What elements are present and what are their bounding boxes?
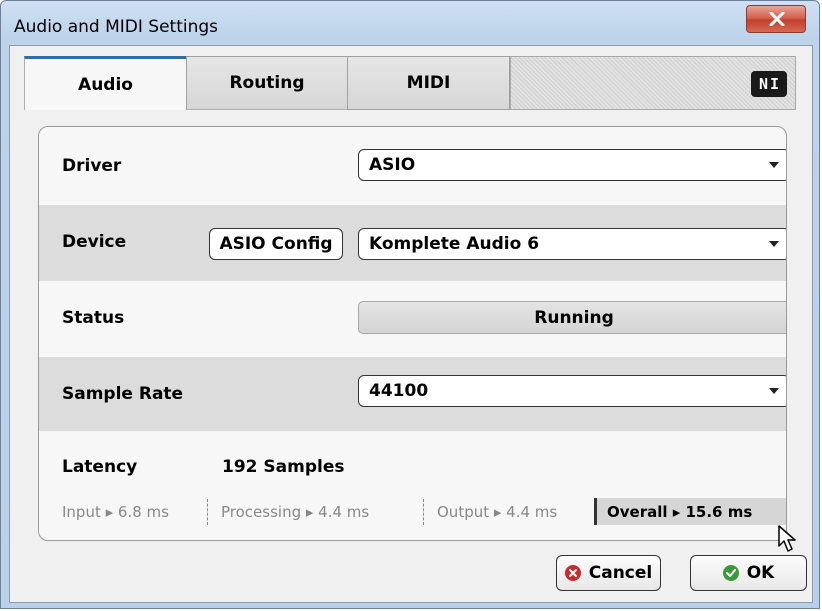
driver-value: ASIO	[369, 155, 416, 175]
tab-bar: Audio Routing MIDI NI	[24, 56, 796, 110]
sample-rate-label: Sample Rate	[62, 384, 184, 404]
window-title: Audio and MIDI Settings	[14, 17, 219, 37]
status-row: Status Running	[39, 281, 786, 357]
device-row: Device ASIO Config Komplete Audio 6	[39, 205, 786, 281]
sample-rate-dropdown[interactable]: 44100	[358, 375, 786, 407]
dialog-client-area: Audio Routing MIDI NI Driver ASIO Device	[9, 45, 813, 603]
chevron-down-icon	[769, 241, 779, 247]
latency-input: Input ▸ 6.8 ms	[62, 503, 169, 521]
tab-midi[interactable]: MIDI	[347, 56, 510, 110]
driver-label: Driver	[62, 156, 122, 176]
tab-audio[interactable]: Audio	[24, 56, 186, 110]
window-frame: Audio and MIDI Settings Audio Routing MI…	[0, 0, 820, 609]
cancel-icon	[564, 565, 581, 581]
latency-value: 192 Samples	[222, 457, 345, 477]
title-bar[interactable]: Audio and MIDI Settings	[1, 1, 819, 45]
device-value: Komplete Audio 6	[369, 234, 540, 254]
cancel-label: Cancel	[588, 563, 653, 583]
divider	[207, 499, 208, 525]
device-label: Device	[62, 232, 127, 252]
tab-bar-filler: NI	[510, 56, 796, 110]
divider	[423, 499, 424, 525]
status-label: Status	[62, 308, 125, 328]
latency-row: Latency 192 Samples Input ▸ 6.8 ms Proce…	[39, 431, 786, 540]
status-display: Running	[358, 301, 786, 334]
tab-routing[interactable]: Routing	[186, 56, 348, 110]
latency-overall: Overall ▸ 15.6 ms	[594, 498, 786, 525]
ok-button[interactable]: OK	[690, 555, 807, 591]
close-button[interactable]	[746, 5, 806, 33]
close-icon	[769, 12, 785, 26]
cancel-button[interactable]: Cancel	[556, 555, 661, 591]
audio-settings-panel: Driver ASIO Device ASIO Config Komplete …	[38, 126, 787, 541]
driver-row: Driver ASIO	[39, 127, 786, 205]
sample-rate-value: 44100	[369, 381, 429, 401]
sample-rate-row: Sample Rate 44100	[39, 357, 786, 431]
native-instruments-logo: NI	[751, 71, 787, 97]
latency-processing: Processing ▸ 4.4 ms	[221, 503, 370, 521]
mouse-pointer-icon	[778, 525, 796, 552]
latency-label: Latency	[62, 457, 138, 477]
chevron-down-icon	[769, 162, 779, 168]
driver-dropdown[interactable]: ASIO	[358, 149, 786, 181]
asio-config-button[interactable]: ASIO Config	[209, 228, 343, 260]
latency-output: Output ▸ 4.4 ms	[437, 503, 558, 521]
chevron-down-icon	[769, 388, 779, 394]
checkmark-icon	[722, 565, 739, 581]
device-dropdown[interactable]: Komplete Audio 6	[358, 228, 786, 260]
ok-label: OK	[746, 563, 775, 583]
